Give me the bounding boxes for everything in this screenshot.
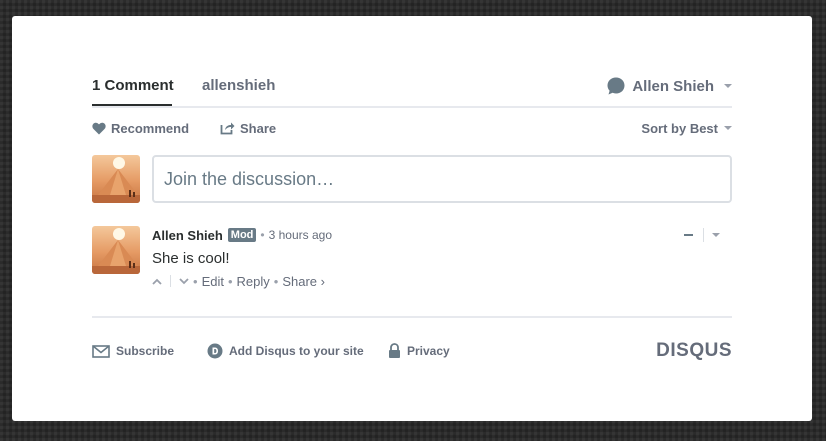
comment-author-avatar[interactable] [92,226,140,274]
collapse-icon[interactable] [684,234,693,236]
privacy-link[interactable]: Privacy [388,342,450,360]
caret-down-icon [724,84,732,88]
comment-header: Allen Shieh Mod • 3 hours ago [152,227,332,243]
disqus-d-icon [207,343,223,359]
subscribe-link[interactable]: Subscribe [92,342,174,360]
caret-down-icon [724,126,732,130]
comment-input[interactable] [152,155,732,203]
upvote-button[interactable] [152,278,162,285]
comment-controls [684,228,720,242]
comment-author[interactable]: Allen Shieh [152,228,223,243]
comment-body: She is cool! [152,250,230,267]
thread-nav: 1 Comment allenshieh Allen Shieh [92,76,732,108]
edit-link[interactable]: Edit [202,274,224,289]
comment-menu-caret-icon[interactable] [712,233,720,237]
separator-dot: • [193,273,198,289]
avatar-image [92,157,140,203]
recommend-button[interactable]: Recommend [92,120,189,136]
lock-icon [389,343,400,358]
chevron-down-icon [179,277,189,284]
disqus-logo[interactable]: DISQUS [656,340,732,362]
subscribe-label: Subscribe [116,344,175,358]
divider [703,228,704,242]
comment-share-link[interactable]: Share › [282,274,325,289]
tab-community[interactable]: allenshieh [202,76,275,96]
envelope-icon [92,344,110,358]
separator-dot: • [273,273,279,289]
footer-divider [92,316,732,318]
current-user-avatar[interactable] [92,155,140,203]
vote-divider [170,275,171,287]
sort-dropdown[interactable]: Sort by Best [641,120,732,136]
add-disqus-link[interactable]: Add Disqus to your site [207,342,364,360]
reply-link[interactable]: Reply [237,274,270,289]
share-icon [220,122,235,135]
tab-comments[interactable]: 1 Comment [92,76,174,96]
avatar-image [92,228,140,274]
thread-actions: Recommend Share Sort by Best [92,120,732,136]
comment-footer: • Edit • Reply • Share › [152,273,325,289]
sort-label: Sort by Best [641,120,718,136]
share-button[interactable]: Share [220,120,276,136]
heart-icon [92,122,106,134]
separator-dot: • [227,273,233,289]
chevron-up-icon [152,278,162,285]
disqus-thread-card: 1 Comment allenshieh Allen Shieh Recomme… [12,16,812,421]
share-label: Share [240,120,277,136]
privacy-label: Privacy [407,344,450,358]
add-disqus-label: Add Disqus to your site [229,344,364,358]
speech-bubble-icon [607,77,625,95]
user-menu[interactable]: Allen Shieh [606,76,732,96]
moderator-badge: Mod [227,228,257,242]
recommend-label: Recommend [111,120,190,136]
downvote-button[interactable] [179,277,189,285]
separator-dot: • [260,228,265,242]
thread-footer: Subscribe Add Disqus to your site Privac… [92,340,732,362]
user-name: Allen Shieh [632,77,714,95]
comment-timestamp[interactable]: 3 hours ago [269,228,332,242]
active-tab-indicator [92,104,172,106]
thread-container: 1 Comment allenshieh Allen Shieh Recomme… [92,16,732,421]
